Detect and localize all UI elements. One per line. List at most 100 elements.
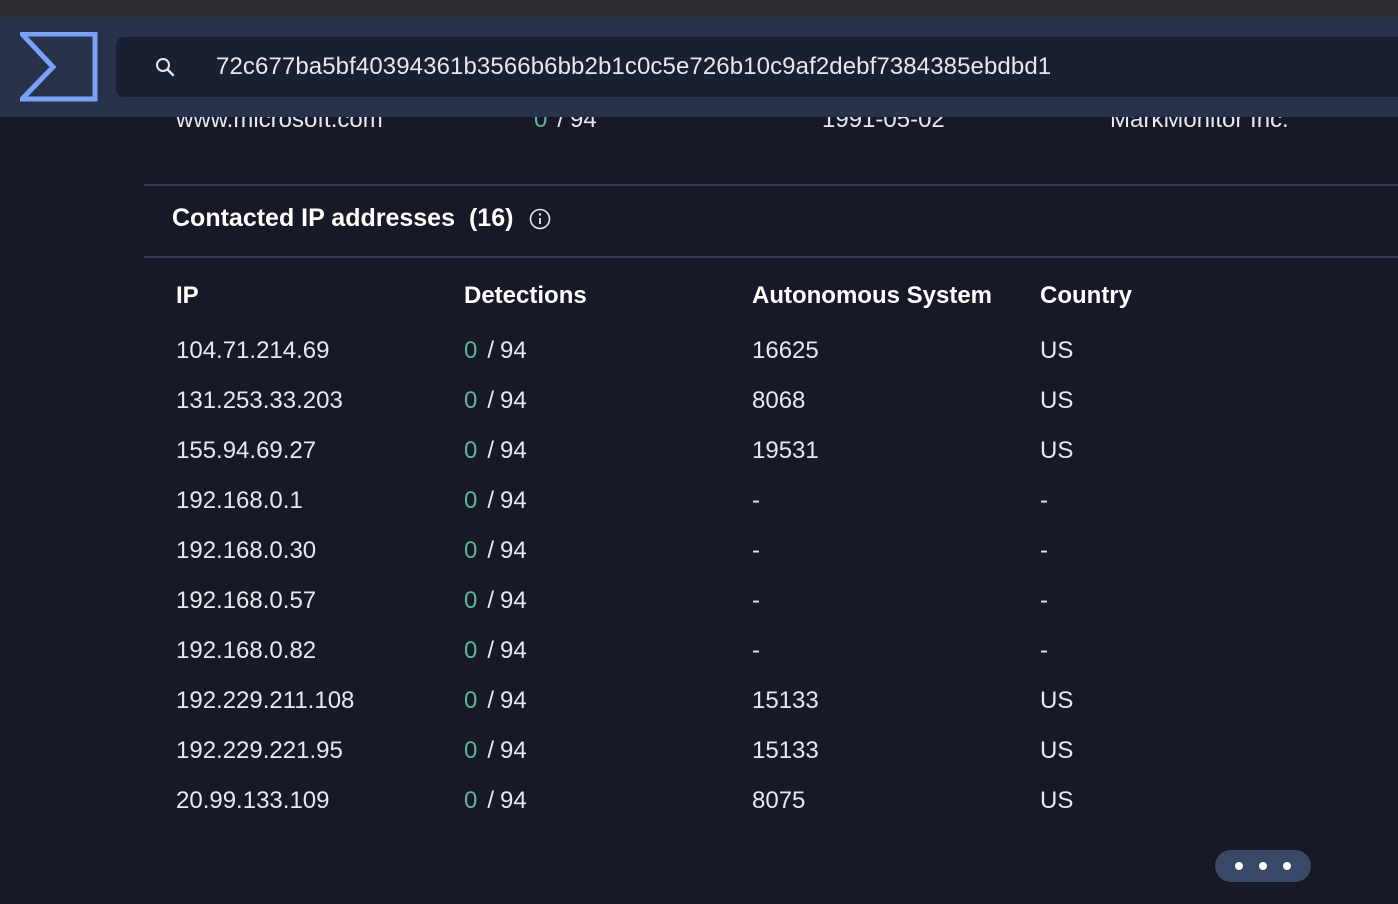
total-count: 94 [500, 537, 527, 564]
ip-cell[interactable]: 192.229.221.95 [176, 737, 464, 765]
total-count: 94 [500, 687, 527, 714]
ip-cell[interactable]: 192.168.0.57 [176, 587, 464, 615]
contacted-ip-table: IP Detections Autonomous System Country … [176, 276, 1240, 826]
positive-count: 0 [464, 337, 478, 364]
table-row[interactable]: 192.168.0.30 0 /94 - - [176, 526, 1240, 576]
slash-separator: / [487, 737, 495, 764]
slash-separator: / [487, 787, 495, 814]
as-cell: - [752, 537, 760, 564]
slash-separator: / [487, 437, 495, 464]
total-count: 94 [500, 487, 527, 514]
table-row[interactable]: 192.168.0.57 0 /94 - - [176, 576, 1240, 626]
positive-count: 0 [464, 737, 478, 764]
total-count: 94 [500, 787, 527, 814]
detections-cell: 0 /94 [464, 737, 752, 765]
country-cell: - [1040, 637, 1048, 664]
country-cell: - [1040, 537, 1048, 564]
as-cell: - [752, 637, 760, 664]
ip-cell[interactable]: 192.168.0.1 [176, 487, 464, 515]
ip-cell[interactable]: 192.168.0.82 [176, 637, 464, 665]
detections-cell: 0 /94 [464, 637, 752, 665]
ip-cell[interactable]: 192.168.0.30 [176, 537, 464, 565]
total-count: 94 [500, 437, 527, 464]
positive-count: 0 [464, 687, 478, 714]
table-row[interactable]: 192.229.221.95 0 /94 15133 US [176, 726, 1240, 776]
ip-cell[interactable]: 104.71.214.69 [176, 337, 464, 365]
slash-separator: / [487, 487, 495, 514]
country-cell: US [1040, 337, 1074, 364]
ip-cell[interactable]: 155.94.69.27 [176, 437, 464, 465]
positive-count: 0 [464, 587, 478, 614]
as-cell: 8075 [752, 787, 806, 814]
detections-cell: 0 /94 [464, 437, 752, 465]
ip-cell[interactable]: 131.253.33.203 [176, 387, 464, 415]
table-row[interactable]: 20.99.133.109 0 /94 8075 US [176, 776, 1240, 826]
detections-cell: 0 /94 [464, 587, 752, 615]
table-row[interactable]: 104.71.214.69 0 /94 16625 US [176, 326, 1240, 376]
section-header: Contacted IP addresses (16) [172, 204, 551, 233]
section-title: Contacted IP addresses [172, 204, 455, 232]
slash-separator: / [487, 687, 495, 714]
column-header-country[interactable]: Country [1040, 282, 1240, 310]
detections-cell: 0 /94 [464, 537, 752, 565]
slash-separator: / [487, 337, 495, 364]
slash-separator: / [487, 387, 495, 414]
top-header [0, 17, 1398, 117]
column-header-detections[interactable]: Detections [464, 282, 752, 310]
detections-cell: 0 /94 [464, 337, 752, 365]
table-header: IP Detections Autonomous System Country [176, 276, 1240, 316]
country-cell: US [1040, 687, 1074, 714]
search-icon[interactable] [154, 56, 176, 78]
total-count: 94 [500, 387, 527, 414]
total-count: 94 [500, 337, 527, 364]
table-row[interactable]: 192.229.211.108 0 /94 15133 US [176, 676, 1240, 726]
more-button[interactable] [1215, 850, 1311, 882]
info-icon[interactable] [529, 208, 551, 230]
detections-cell: 0 /94 [464, 387, 752, 415]
positive-count: 0 [464, 537, 478, 564]
positive-count: 0 [464, 437, 478, 464]
slash-separator: / [487, 587, 495, 614]
more-dots-icon [1235, 862, 1243, 870]
positive-count: 0 [464, 387, 478, 414]
detections-cell: 0 /94 [464, 787, 752, 815]
table-row[interactable]: 155.94.69.27 0 /94 19531 US [176, 426, 1240, 476]
ip-cell[interactable]: 20.99.133.109 [176, 787, 464, 815]
as-cell: 19531 [752, 437, 819, 464]
country-cell: US [1040, 737, 1074, 764]
table-row[interactable]: 192.168.0.1 0 /94 - - [176, 476, 1240, 526]
table-row[interactable]: 131.253.33.203 0 /94 8068 US [176, 376, 1240, 426]
detections-cell: 0 /94 [464, 687, 752, 715]
detections-cell: 0 /94 [464, 487, 752, 515]
table-row[interactable]: 192.168.0.82 0 /94 - - [176, 626, 1240, 676]
slash-separator: / [487, 637, 495, 664]
as-cell: 16625 [752, 337, 819, 364]
country-cell: US [1040, 787, 1074, 814]
as-cell: 15133 [752, 737, 819, 764]
window-top-strip [0, 0, 1398, 17]
search-bar[interactable] [116, 37, 1398, 97]
total-count: 94 [500, 737, 527, 764]
ip-cell[interactable]: 192.229.211.108 [176, 687, 464, 715]
country-cell: - [1040, 487, 1048, 514]
positive-count: 0 [464, 787, 478, 814]
total-count: 94 [500, 587, 527, 614]
sigma-logo-icon[interactable] [20, 32, 98, 102]
column-header-ip[interactable]: IP [176, 282, 464, 310]
section-count: (16) [468, 204, 514, 232]
search-input[interactable] [216, 53, 1316, 81]
country-cell: - [1040, 587, 1048, 614]
country-cell: US [1040, 387, 1074, 414]
as-cell: 8068 [752, 387, 806, 414]
positive-count: 0 [464, 637, 478, 664]
more-dots-icon [1283, 862, 1291, 870]
as-cell: - [752, 587, 760, 614]
column-header-as[interactable]: Autonomous System [752, 282, 1040, 310]
section-divider-bottom [144, 256, 1398, 258]
positive-count: 0 [464, 487, 478, 514]
slash-separator: / [487, 537, 495, 564]
as-cell: 15133 [752, 687, 819, 714]
more-dots-icon [1259, 862, 1267, 870]
country-cell: US [1040, 437, 1074, 464]
section-divider-top [144, 184, 1398, 186]
